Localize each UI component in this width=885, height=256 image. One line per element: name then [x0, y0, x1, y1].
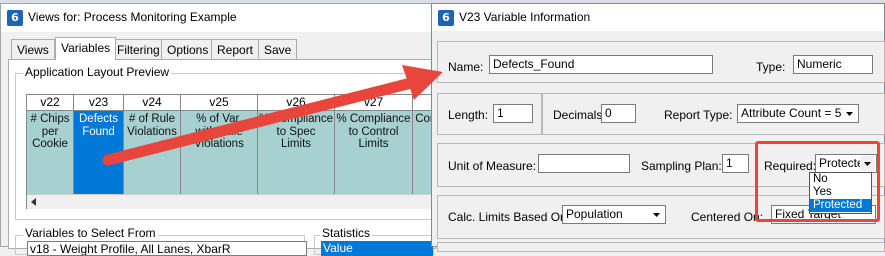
annotation-arrow-icon	[102, 65, 443, 166]
tab-variables[interactable]: Variables	[55, 37, 117, 60]
